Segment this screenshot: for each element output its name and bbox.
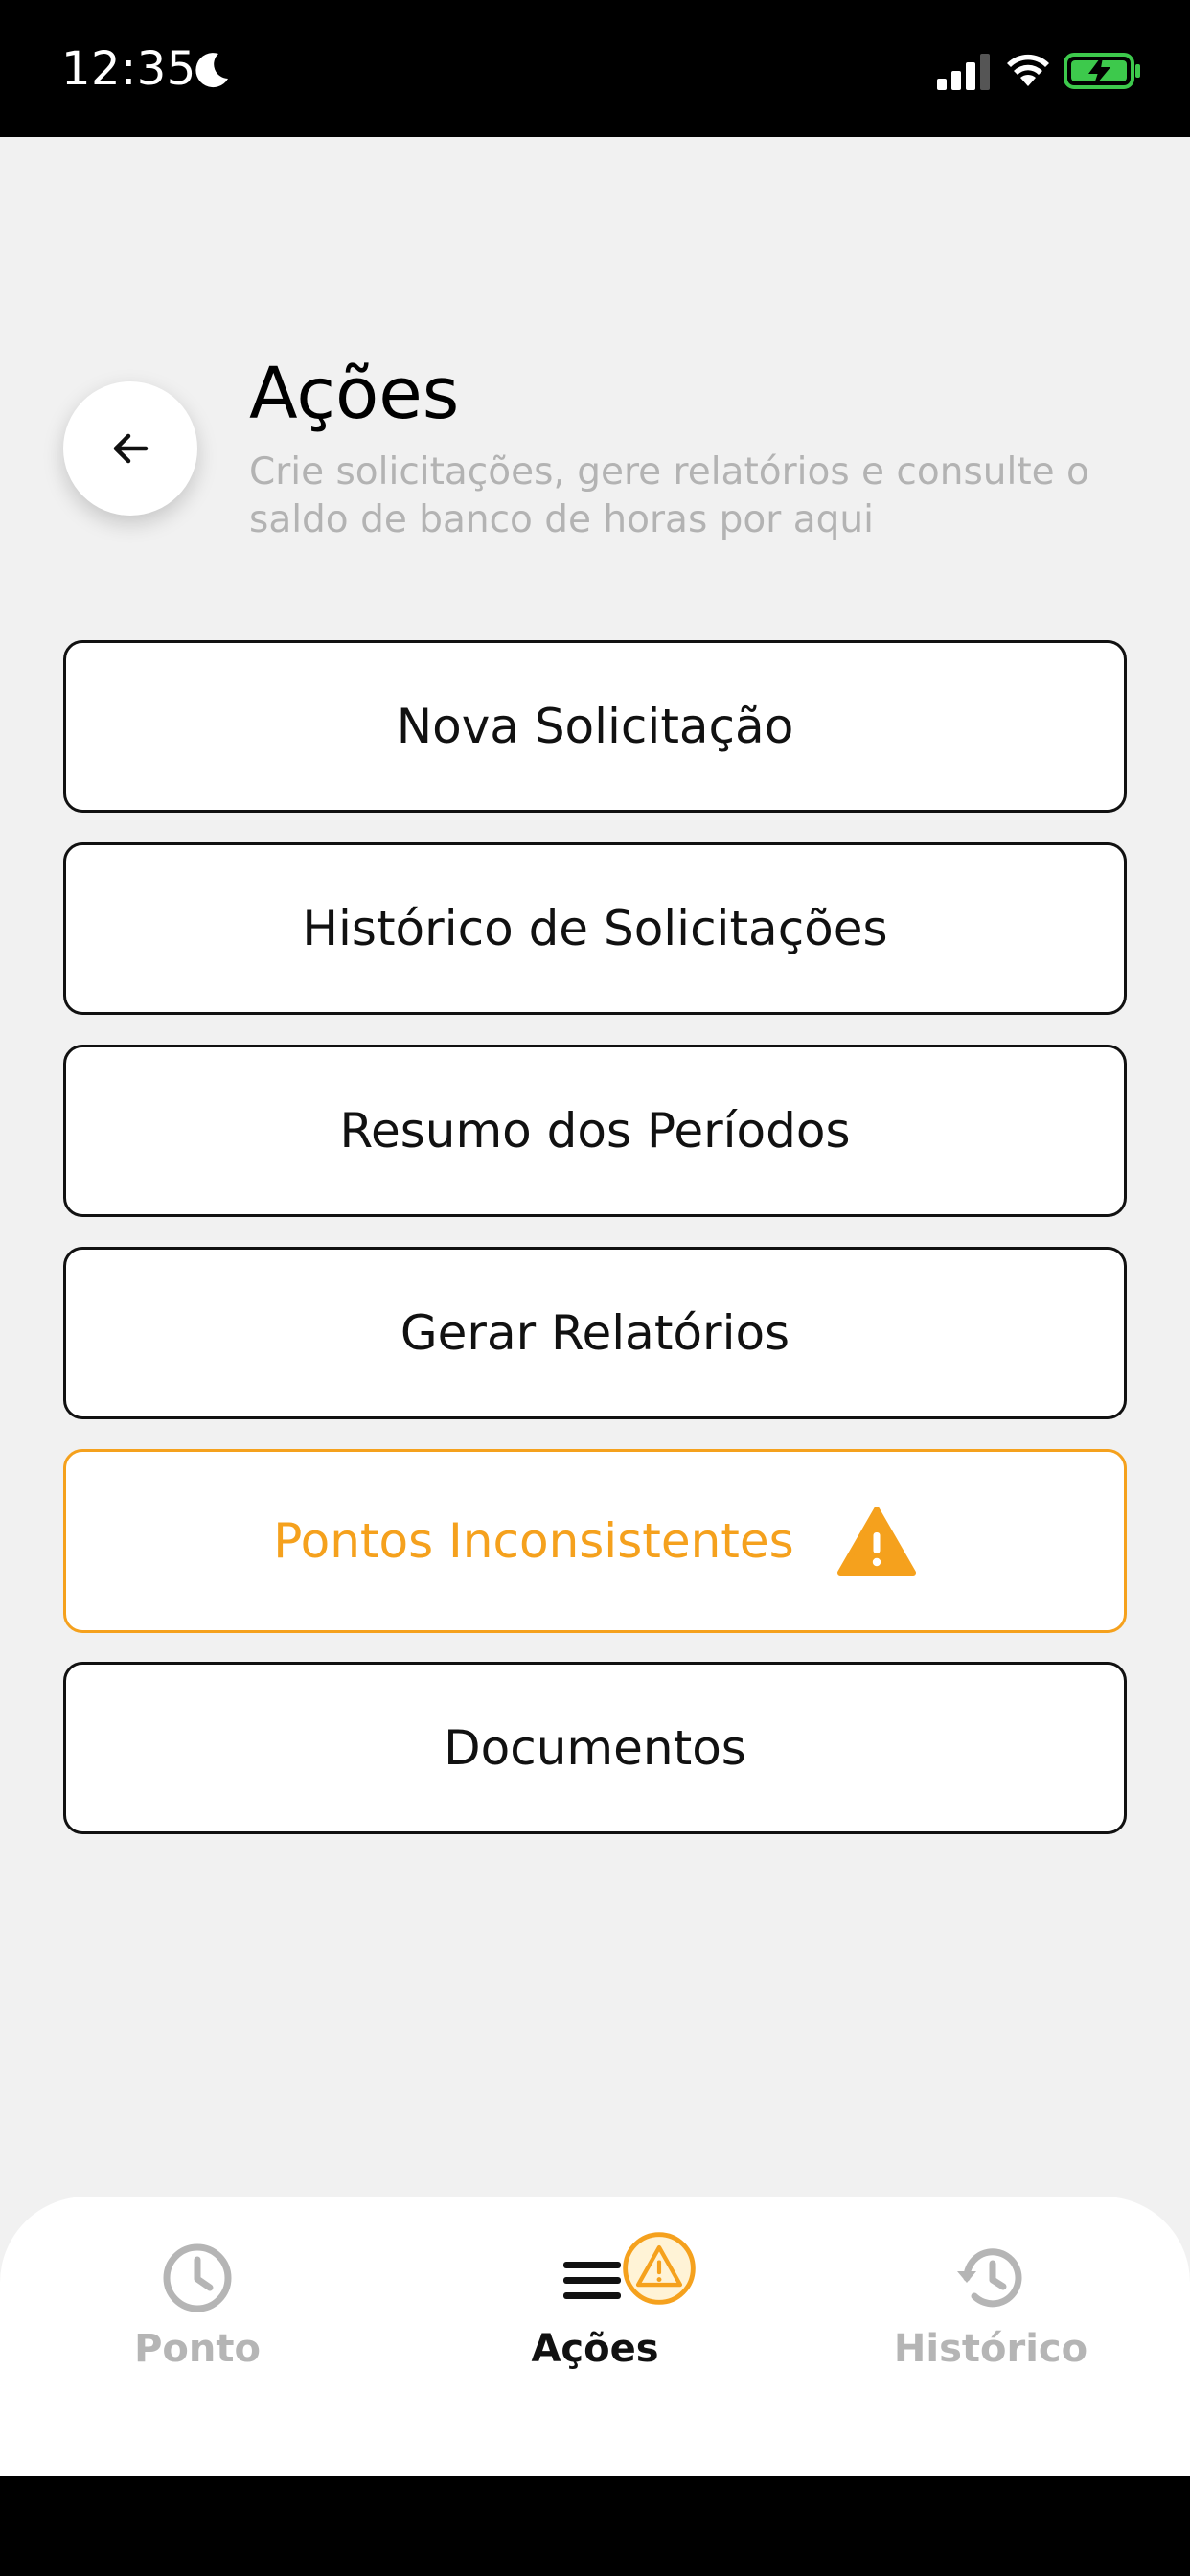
documents-button[interactable]: Documentos [63,1662,1127,1834]
documents-label: Documentos [444,1720,746,1776]
nav-label-ponto: Ponto [134,2327,261,2371]
generate-reports-button[interactable]: Gerar Relatórios [63,1247,1127,1419]
battery-charging-icon [1064,53,1140,89]
periods-summary-label: Resumo dos Períodos [339,1103,851,1159]
periods-summary-button[interactable]: Resumo dos Períodos [63,1045,1127,1217]
inconsistent-punches-button[interactable]: Pontos Inconsistentes [63,1449,1127,1633]
request-history-button[interactable]: Histórico de Solicitações [63,842,1127,1015]
cellular-signal-icon [937,54,990,90]
generate-reports-label: Gerar Relatórios [400,1305,790,1361]
wifi-icon [1007,54,1049,86]
clock-icon [163,2243,232,2312]
history-icon [957,2248,1022,2308]
page-subtitle: Crie solicitações, gere relatórios e con… [249,450,1089,541]
status-time: 12:35 [61,42,196,96]
new-request-label: Nova Solicitação [396,699,794,754]
page-title: Ações [249,353,460,435]
back-button[interactable] [63,381,197,516]
arrow-left-icon [113,433,149,464]
do-not-disturb-moon-icon [195,53,228,88]
nav-label-acoes: Ações [531,2327,659,2371]
status-bar: 12:35 [0,0,1190,137]
warning-icon [836,1506,916,1576]
warning-badge-icon [623,2232,696,2305]
home-indicator-area [0,2476,1190,2576]
request-history-label: Histórico de Solicitações [302,901,888,956]
new-request-button[interactable]: Nova Solicitação [63,640,1127,813]
inconsistent-punches-label: Pontos Inconsistentes [273,1513,794,1569]
nav-label-historico: Histórico [893,2327,1088,2371]
nav-item-ponto[interactable]: Ponto [54,2241,341,2371]
nav-item-historico[interactable]: Histórico [847,2241,1134,2371]
bottom-navigation: Ponto Ações Histórico [0,2196,1190,2476]
nav-item-acoes[interactable]: Ações [451,2232,739,2371]
